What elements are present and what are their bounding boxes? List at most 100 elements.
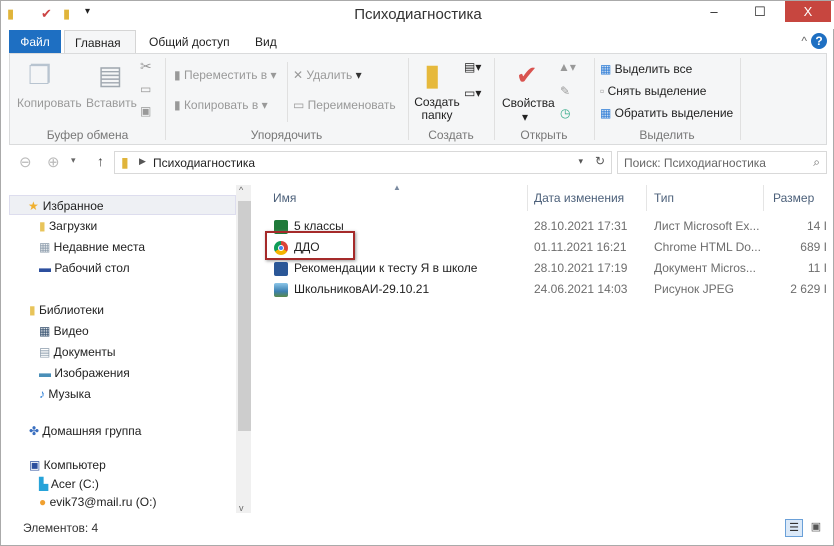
select-all-icon: ▦ <box>600 62 615 76</box>
nav-pictures[interactable]: ▬ Изображения <box>39 363 130 383</box>
column-header-date[interactable]: Дата изменения <box>534 191 624 205</box>
copy-to-icon: ▮ <box>174 98 184 112</box>
column-header-name[interactable]: Имя <box>273 191 296 205</box>
select-none-icon: ▫ <box>600 84 608 98</box>
homegroup-icon: ✤ <box>29 424 43 438</box>
search-input[interactable]: Поиск: Психодиагностика ⌕ <box>617 151 827 174</box>
rename-icon: ▭ <box>293 98 308 112</box>
video-icon: ▦ <box>39 324 54 338</box>
select-all-button[interactable]: ▦ Выделить все <box>600 62 692 76</box>
documents-icon: ▤ <box>39 345 54 359</box>
nav-recent-places[interactable]: ▦ Недавние места <box>39 237 145 257</box>
column-header-type[interactable]: Тип <box>654 191 674 205</box>
libraries-icon: ▮ <box>29 303 39 317</box>
image-icon <box>274 283 288 297</box>
copy-path-icon[interactable]: ▭ <box>140 82 151 96</box>
nav-scrollbar-thumb[interactable] <box>238 201 251 431</box>
rename-button[interactable]: ▭ Переименовать <box>293 98 396 112</box>
copy-button[interactable]: Копировать <box>17 96 82 110</box>
close-button[interactable]: X <box>785 1 831 22</box>
nav-video[interactable]: ▦ Видео <box>39 321 89 341</box>
title-bar: ▮ ✔ ▮ ▾ Психодиагностика ‒ ☐ X <box>1 1 834 29</box>
paste-button[interactable]: Вставить <box>86 96 137 110</box>
help-icon[interactable]: ? <box>811 33 827 49</box>
group-clipboard-label: Буфер обмена <box>46 128 129 142</box>
item-count: Элементов: 4 <box>23 521 99 535</box>
nav-computer[interactable]: ▣ Компьютер <box>29 455 106 475</box>
sort-ascending-icon: ▲ <box>393 183 401 192</box>
group-create-label: Создать <box>428 128 474 142</box>
invert-selection-icon: ▦ <box>600 106 615 120</box>
pictures-icon: ▬ <box>39 366 55 380</box>
paste-icon: ▤ <box>98 60 123 90</box>
file-row[interactable]: ШкольниковАИ-29.10.21 24.06.2021 14:03 Р… <box>256 279 834 300</box>
nav-downloads[interactable]: ▮ Загрузки <box>39 216 97 236</box>
address-dropdown-icon[interactable]: ▾ <box>578 156 583 167</box>
history-icon[interactable]: ◷ <box>560 106 570 120</box>
highlight-box <box>265 231 355 260</box>
delete-button[interactable]: ✕ Удалить ▾ <box>293 68 362 82</box>
desktop-icon: ▬ <box>39 261 55 275</box>
open-icon[interactable]: ▲▾ <box>558 60 576 74</box>
music-icon: ♪ <box>39 387 49 401</box>
group-select-label: Выделить <box>639 128 695 142</box>
file-list: ▲ Имя Дата изменения Тип Размер 5 классы… <box>256 183 834 513</box>
nav-network-drive[interactable]: ● evik73@mail.ru (O:) <box>39 492 156 512</box>
word-icon <box>274 262 288 276</box>
computer-icon: ▣ <box>29 458 44 472</box>
collapse-ribbon-icon[interactable]: ^ <box>801 34 807 48</box>
easy-access-icon[interactable]: ▭▾ <box>464 86 481 100</box>
refresh-icon[interactable]: ↻ <box>595 154 605 168</box>
tab-share[interactable]: Общий доступ <box>139 30 240 54</box>
new-folder-button[interactable]: Создать папку <box>414 96 460 122</box>
up-button[interactable]: ↑ <box>97 153 104 169</box>
nav-desktop[interactable]: ▬ Рабочий стол <box>39 258 130 278</box>
group-organize-label: Упорядочить <box>250 128 323 142</box>
minimize-button[interactable]: ‒ <box>691 1 737 22</box>
copy-to-button[interactable]: ▮ Копировать в ▾ <box>174 98 268 112</box>
tab-home[interactable]: Главная <box>64 30 136 54</box>
nav-documents[interactable]: ▤ Документы <box>39 342 116 362</box>
invert-selection-button[interactable]: ▦ Обратить выделение <box>600 106 733 120</box>
forward-button[interactable]: ⊕ <box>47 153 60 171</box>
nav-drive-c[interactable]: ▙ Acer (C:) <box>39 474 99 494</box>
properties-icon: ✔ <box>516 60 538 90</box>
ribbon: ❐ Копировать ▤ Вставить ✂ ▭ ▣ Буфер обме… <box>9 53 827 145</box>
cut-icon[interactable]: ✂ <box>140 58 152 75</box>
recent-locations-icon[interactable]: ▾ <box>71 155 76 166</box>
tab-file[interactable]: Файл <box>9 30 61 54</box>
address-row: ⊖ ⊕ ▾ ↑ ▮ ▶ Психодиагностика ▾ ↻ Поиск: … <box>9 149 827 177</box>
nav-favorites[interactable]: ★ Избранное <box>9 195 236 215</box>
delete-icon: ✕ <box>293 68 307 82</box>
folder-icon: ▮ <box>121 154 129 170</box>
scroll-up-icon[interactable]: ^ <box>239 185 243 195</box>
maximize-button[interactable]: ☐ <box>737 1 783 22</box>
select-none-button[interactable]: ▫ Снять выделение <box>600 84 706 98</box>
group-open-label: Открыть <box>520 128 568 142</box>
nav-homegroup[interactable]: ✤ Домашняя группа <box>29 421 141 441</box>
breadcrumb-current[interactable]: Психодиагностика <box>153 156 255 170</box>
details-view-icon[interactable]: ☰ <box>785 519 803 537</box>
search-icon: ⌕ <box>813 155 820 169</box>
nav-libraries[interactable]: ▮ Библиотеки <box>29 300 104 320</box>
back-button[interactable]: ⊖ <box>19 153 32 171</box>
address-bar[interactable]: ▮ ▶ Психодиагностика ▾ ↻ <box>114 151 612 174</box>
navigation-pane: ★ Избранное ▮ Загрузки ▦ Недавние места ▬… <box>9 185 249 513</box>
nav-music[interactable]: ♪ Музыка <box>39 384 91 404</box>
new-folder-icon: ▮ <box>424 59 441 92</box>
paste-shortcut-icon[interactable]: ▣ <box>140 104 151 118</box>
drive-icon: ▙ <box>39 477 51 491</box>
file-row[interactable]: Рекомендации к тесту Я в школе 28.10.202… <box>256 258 834 279</box>
scroll-down-icon[interactable]: v <box>239 503 244 513</box>
column-header-size[interactable]: Размер <box>773 191 814 205</box>
tab-view[interactable]: Вид <box>245 30 287 54</box>
move-to-icon: ▮ <box>174 68 184 82</box>
move-to-button[interactable]: ▮ Переместить в ▾ <box>174 68 277 82</box>
edit-icon[interactable]: ✎ <box>560 84 570 98</box>
large-icons-view-icon[interactable]: ▣ <box>807 519 825 537</box>
ribbon-tabs: Файл Главная Общий доступ Вид ^ ? <box>9 30 833 54</box>
copy-icon: ❐ <box>28 60 52 90</box>
breadcrumb-chevron-icon: ▶ <box>139 156 146 166</box>
properties-button[interactable]: Свойства ▾ <box>502 96 555 124</box>
new-item-icon[interactable]: ▤▾ <box>464 60 481 74</box>
